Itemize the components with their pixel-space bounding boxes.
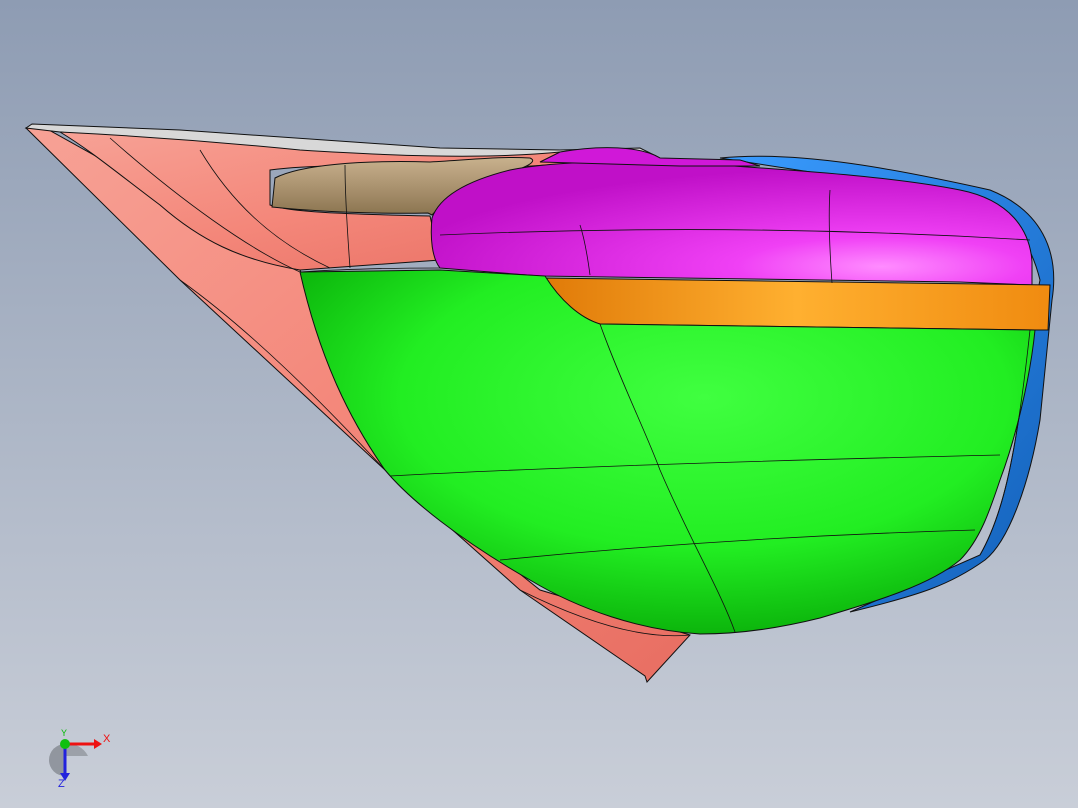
mirror-housing-model[interactable] [0, 0, 1078, 808]
magenta-fin-face[interactable] [539, 147, 761, 167]
y-axis-label: Y [61, 728, 68, 738]
orange-strip-face[interactable] [541, 277, 1051, 331]
x-axis-label: X [103, 733, 111, 745]
z-axis-label: Z [58, 778, 65, 790]
cad-3d-viewport[interactable]: X Y Z [0, 0, 1078, 808]
axis-triad: X Y Z [48, 728, 118, 794]
